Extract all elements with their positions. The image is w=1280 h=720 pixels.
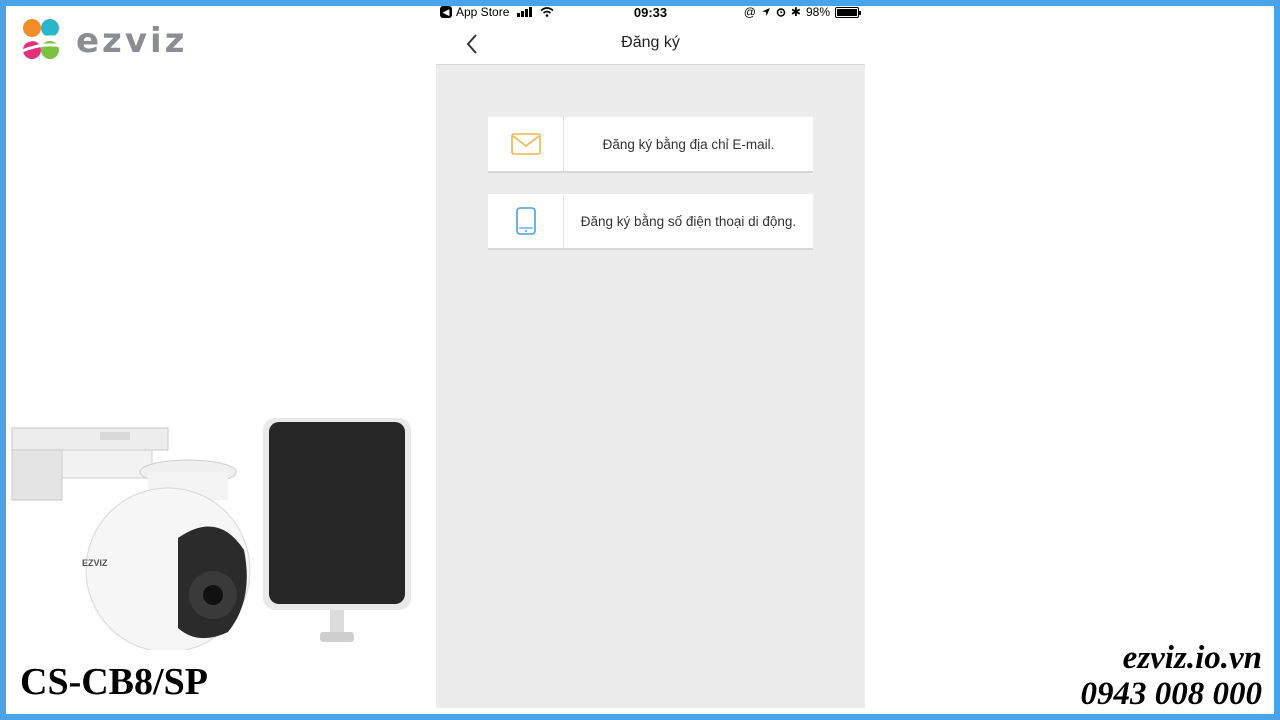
mobile-phone-icon bbox=[515, 207, 536, 235]
phone-screen: ◀ App Store 09:33 @ ✱ 98% Đăng ký Đăng k… bbox=[436, 0, 865, 708]
model-name: CS-CB8/SP bbox=[20, 661, 208, 703]
product-image: EZVIZ bbox=[11, 418, 411, 650]
page-title: Đăng ký bbox=[621, 34, 680, 51]
status-bar: ◀ App Store 09:33 @ ✱ 98% bbox=[436, 0, 865, 24]
ezviz-logo-icon bbox=[19, 19, 63, 59]
battery-fill bbox=[837, 8, 857, 16]
solar-panel bbox=[263, 418, 411, 642]
camera-badge: EZVIZ bbox=[82, 558, 108, 568]
website-text: ezviz.io.vn bbox=[1122, 640, 1262, 676]
battery-icon bbox=[835, 6, 861, 18]
register-phone-label: Đăng ký bằng số điện thoại di động. bbox=[580, 213, 797, 229]
hotline-text: 0943 008 000 bbox=[1080, 676, 1263, 712]
mail-icon bbox=[510, 133, 541, 155]
option-icon-cell bbox=[488, 117, 564, 171]
bluetooth-icon: ✱ bbox=[790, 5, 801, 19]
nav-bar: Đăng ký bbox=[436, 24, 865, 65]
location-icon bbox=[761, 8, 770, 16]
battery-percent: 98% bbox=[805, 5, 830, 19]
register-phone-option[interactable]: Đăng ký bằng số điện thoại di động. bbox=[488, 194, 813, 250]
contact-info: ezviz.io.vn 0943 008 000 bbox=[1081, 640, 1263, 712]
at-icon: @ bbox=[743, 5, 756, 19]
brand-name: ezviz bbox=[76, 21, 188, 61]
camera-body: EZVIZ bbox=[82, 459, 251, 650]
brand-logo: ezviz bbox=[14, 14, 187, 68]
alarm-icon bbox=[776, 8, 786, 17]
status-right: @ ✱ 98% bbox=[743, 5, 861, 19]
option-icon-cell bbox=[488, 194, 564, 248]
register-email-option[interactable]: Đăng ký bằng địa chỉ E-mail. bbox=[488, 117, 813, 173]
register-email-label: Đăng ký bằng địa chỉ E-mail. bbox=[602, 136, 775, 152]
wall-mount bbox=[11, 427, 169, 501]
